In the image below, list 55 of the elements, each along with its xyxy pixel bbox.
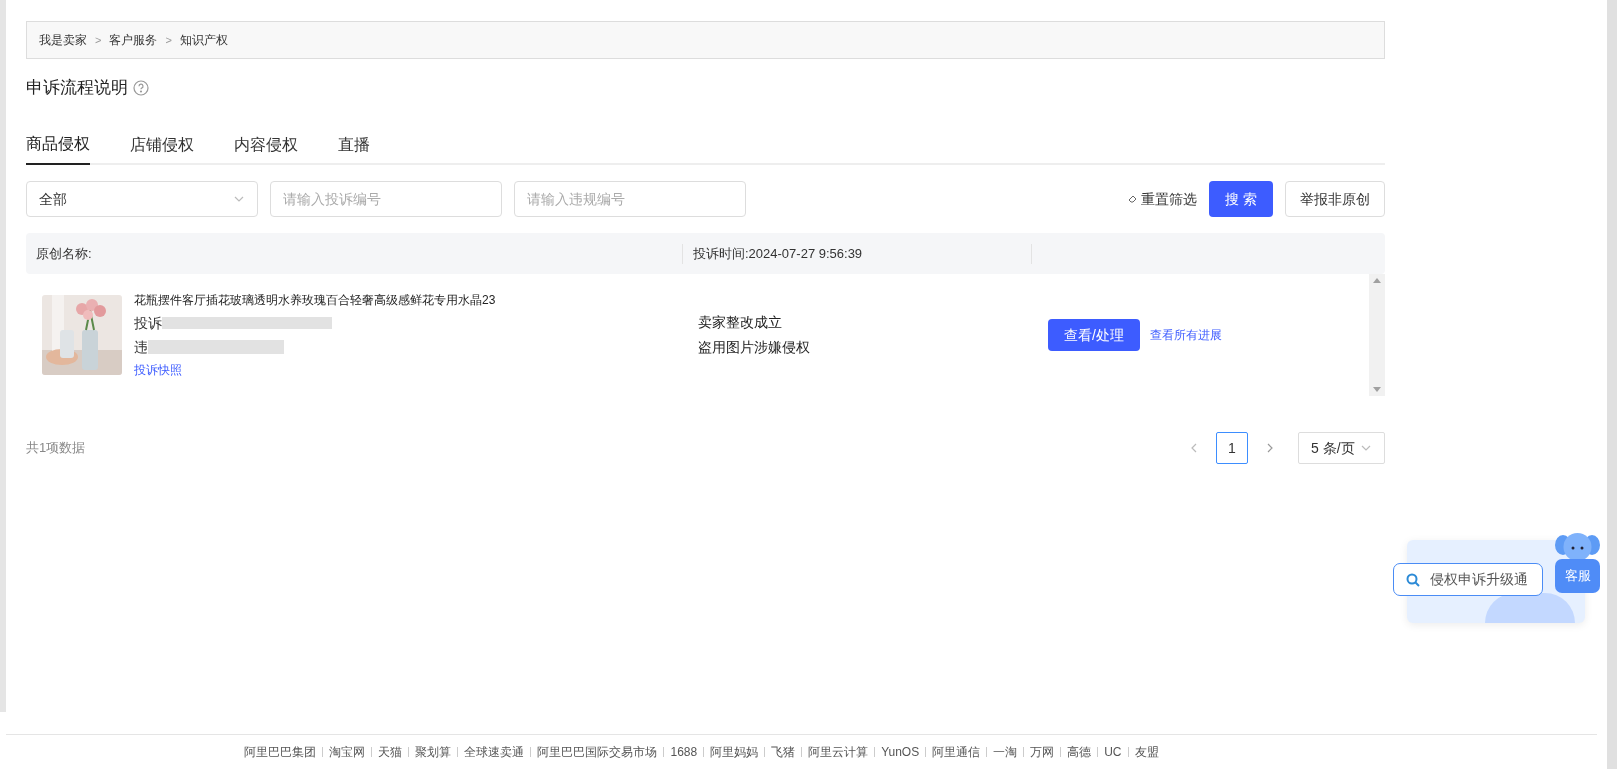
violation-number-label: 违 <box>134 337 148 357</box>
footer-link[interactable]: 淘宝网 <box>329 743 366 761</box>
footer-link[interactable]: 天猫 <box>378 743 403 761</box>
tab[interactable]: 直播 <box>338 125 370 165</box>
tab[interactable]: 店铺侵权 <box>130 125 194 165</box>
page-size-select[interactable]: 5 条/页 <box>1298 432 1385 464</box>
scroll-down-icon[interactable] <box>1373 387 1381 392</box>
tab[interactable]: 内容侵权 <box>234 125 298 165</box>
tab[interactable]: 商品侵权 <box>26 125 90 165</box>
footer-link[interactable]: 高德 <box>1067 743 1092 761</box>
product-title: 花瓶摆件客厅插花玻璃透明水养玫瑰百合轻奢高级感鲜花专用水晶23 <box>134 292 496 309</box>
footer-link[interactable]: 阿里巴巴集团 <box>244 743 317 761</box>
footer-link[interactable]: 万网 <box>1030 743 1055 761</box>
reset-filters-button[interactable]: 重置筛选 <box>1128 188 1197 210</box>
scroll-up-icon[interactable] <box>1373 278 1381 283</box>
column-header: 原创名称: <box>36 245 92 261</box>
footer-link[interactable]: 阿里通信 <box>932 743 981 761</box>
page-scrollbar[interactable] <box>1607 0 1617 769</box>
footer-link[interactable]: UC <box>1104 743 1122 761</box>
footer-link[interactable]: 阿里云计算 <box>808 743 869 761</box>
violation-number-field[interactable]: 请输入违规编号 <box>514 181 746 217</box>
search-icon <box>1406 572 1420 587</box>
breadcrumb-link[interactable]: 客户服务 <box>109 31 158 49</box>
column-header: 投诉时间:2024-07-27 9:56:39 <box>693 244 863 263</box>
page-title: 申诉流程说明 <box>26 77 128 100</box>
report-button[interactable]: 举报非原创 <box>1285 181 1385 217</box>
footer-link[interactable]: 一淘 <box>993 743 1018 761</box>
scrollbar[interactable] <box>1369 274 1385 396</box>
footer-link[interactable]: 全球速卖通 <box>464 743 525 761</box>
breadcrumb-separator: > <box>95 32 102 48</box>
elephant-mascot-icon <box>1555 533 1600 561</box>
total-count: 共1项数据 <box>26 439 86 458</box>
breadcrumb-link[interactable]: 我是卖家 <box>39 31 87 49</box>
page-number[interactable]: 1 <box>1216 432 1248 464</box>
footer-link[interactable]: YunOS <box>881 743 920 761</box>
breadcrumb-link[interactable]: 知识产权 <box>179 31 228 49</box>
complaint-number-field[interactable]: 请输入投诉编号 <box>270 181 502 217</box>
search-button[interactable]: 搜 索 <box>1209 181 1273 217</box>
footer-link[interactable]: 飞猪 <box>771 743 796 761</box>
reason-text: 盗用图片涉嫌侵权 <box>698 338 811 357</box>
view-handle-button[interactable]: 查看/处理 <box>1048 319 1140 351</box>
breadcrumb-separator: > <box>165 32 172 48</box>
snapshot-link[interactable]: 投诉快照 <box>134 361 496 379</box>
footer-link[interactable]: 友盟 <box>1134 743 1159 761</box>
complaint-number-label: 投诉 <box>134 313 162 333</box>
status-text: 卖家整改成立 <box>698 313 783 332</box>
footer-link[interactable]: 阿里妈妈 <box>710 743 759 761</box>
eraser-icon <box>1128 194 1138 204</box>
footer-link[interactable]: 阿里巴巴国际交易市场 <box>537 743 658 761</box>
search-pill[interactable]: 侵权申诉升级通 <box>1393 563 1543 596</box>
type-select[interactable]: 全部 <box>26 181 258 217</box>
progress-link[interactable]: 查看所有进展 <box>1150 326 1222 344</box>
help-icon[interactable] <box>133 80 149 96</box>
footer-link[interactable]: 聚划算 <box>415 743 452 761</box>
footer-link[interactable]: 1688 <box>670 743 698 761</box>
